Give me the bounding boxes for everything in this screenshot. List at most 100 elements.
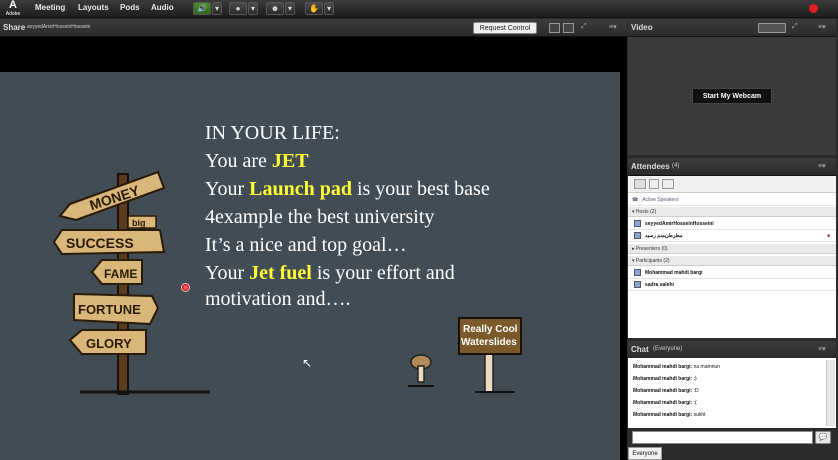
start-webcam-button[interactable]: Start My Webcam <box>692 88 772 104</box>
attendee-participant-row[interactable]: sadra salehi <box>628 280 836 291</box>
fit-width-icon[interactable] <box>549 23 560 33</box>
participant-avatar-icon <box>634 281 641 289</box>
menu-layouts[interactable]: Layouts <box>78 3 109 12</box>
microphone-icon: ● <box>235 4 241 13</box>
chat-message: Mohammad mahdi bargi: sukht <box>633 412 706 418</box>
chat-message: Mohammad mahdi bargi: :( <box>633 400 697 406</box>
mushroom-illustration <box>408 354 434 387</box>
presenter-pointer-icon <box>181 283 190 292</box>
menu-audio[interactable]: Audio <box>151 3 174 12</box>
pod-menu-icon[interactable]: ≡▾ <box>609 23 617 31</box>
hosts-section[interactable]: ▾ Hosts (2) <box>628 207 836 217</box>
sign-big: big <box>127 215 157 229</box>
status-view-icon[interactable] <box>662 179 674 189</box>
sign-fortune: FORTUNE <box>73 292 160 326</box>
svg-text:SUCCESS: SUCCESS <box>66 235 134 251</box>
presentation-slide: MONEY big SUCCESS FAME FORTUNE GLORY IN … <box>0 72 620 460</box>
mouse-pointer-icon: ↖ <box>302 356 313 370</box>
slide-line-3: 4example the best university <box>205 206 435 228</box>
chat-message: Mohammad mahdi bargi: na mamnun <box>633 364 720 370</box>
participant-avatar-icon <box>634 269 641 277</box>
request-control-button[interactable]: Request Control <box>473 22 537 34</box>
pod-menu-icon[interactable]: ≡▾ <box>818 23 826 31</box>
waterslide-sign-illustration: Really Cool Waterslides <box>458 317 522 393</box>
speech-bubble-icon: 💬 <box>818 434 828 441</box>
recording-status-icon[interactable] <box>809 4 818 13</box>
chat-scope: (Everyone) <box>653 346 683 352</box>
send-message-button[interactable]: 💬 <box>815 431 831 444</box>
video-pod-title: Video <box>631 23 653 32</box>
microphone-button[interactable]: ● <box>229 2 247 15</box>
chat-message: Mohammad mahdi bargi: :D <box>633 388 699 394</box>
slide-line-1: You are JET <box>205 150 309 172</box>
menu-pods[interactable]: Pods <box>120 3 140 12</box>
raise-hand-button[interactable]: ✋ <box>305 2 323 15</box>
presenter-name: - seyyedAmirHosseinHosseini <box>24 24 91 30</box>
attendees-pod-title: Attendees <box>631 162 670 171</box>
chat-scrollbar[interactable] <box>826 360 835 426</box>
microphone-dropdown-button[interactable]: ▾ <box>248 2 258 15</box>
svg-text:big: big <box>132 218 146 228</box>
attendee-participant-row[interactable]: Mohammad mahdi bargi <box>628 268 836 279</box>
webcam-button[interactable]: ☻ <box>266 2 284 15</box>
svg-text:Waterslides: Waterslides <box>461 337 517 348</box>
svg-text:Really Cool: Really Cool <box>463 324 518 335</box>
person-icon: ☻ <box>270 4 280 13</box>
speaker-volume-button[interactable]: 🔊 <box>193 2 211 15</box>
chevron-down-icon: ▾ <box>287 4 292 13</box>
svg-text:FAME: FAME <box>104 267 137 281</box>
chat-recipient-tab[interactable]: Everyone <box>628 447 662 460</box>
share-pod-title: Share <box>3 23 26 32</box>
speaker-icon: ☎ <box>632 197 639 203</box>
pod-menu-icon[interactable]: ≡▾ <box>818 162 826 170</box>
list-view-icon[interactable] <box>634 179 646 189</box>
slide-line-4: It’s a nice and top goal… <box>205 234 407 256</box>
pod-menu-icon[interactable]: ≡▾ <box>818 345 826 353</box>
full-screen-view-icon[interactable] <box>563 23 574 33</box>
microphone-icon: ■ <box>826 233 830 239</box>
participants-section[interactable]: ▾ Participants (2) <box>628 256 836 266</box>
host-avatar-icon <box>634 220 641 228</box>
expand-icon[interactable]: ⤢ <box>792 23 798 31</box>
attendees-count: (4) <box>672 163 680 169</box>
chevron-down-icon: ▾ <box>214 4 219 13</box>
attendees-pod-header: Attendees (4) ≡▾ <box>628 158 836 176</box>
presenters-section[interactable]: ▸ Presenters (0) <box>628 244 836 254</box>
speaker-dropdown-button[interactable]: ▾ <box>212 2 222 15</box>
video-layout-icon[interactable] <box>758 23 786 33</box>
video-pod-header: Video ⤢ ≡▾ <box>628 19 836 37</box>
status-dropdown-button[interactable]: ▾ <box>324 2 334 15</box>
chevron-down-icon: ▾ <box>326 4 331 13</box>
chat-pod-title: Chat <box>631 345 649 354</box>
active-speakers-row: ☎ Active Speakers <box>628 195 836 206</box>
slide-line-5: Your Jet fuel is your effort and <box>205 262 455 284</box>
hand-icon: ✋ <box>309 4 319 13</box>
attendee-host-row[interactable]: seyyedAmirHosseinHosseini <box>628 219 836 230</box>
share-scroll-edge <box>620 72 627 460</box>
svg-text:FORTUNE: FORTUNE <box>78 302 141 317</box>
grid-view-icon[interactable] <box>649 179 659 189</box>
sign-success: SUCCESS <box>52 229 166 256</box>
share-pod-header: Share - seyyedAmirHosseinHosseini Reques… <box>0 19 627 37</box>
chevron-down-icon: ▾ <box>250 4 255 13</box>
chat-pod-header: Chat (Everyone) ≡▾ <box>628 341 836 359</box>
chat-input[interactable] <box>632 431 813 444</box>
menu-meeting[interactable]: Meeting <box>35 3 65 12</box>
slide-heading: IN YOUR LIFE: <box>205 122 340 144</box>
sign-money-text: MONEY <box>88 182 142 213</box>
sign-money: MONEY <box>58 170 166 222</box>
svg-text:GLORY: GLORY <box>86 336 132 351</box>
attendee-host-row[interactable]: مطرطريمنم رسيد ■ <box>628 231 836 242</box>
webcam-dropdown-button[interactable]: ▾ <box>285 2 295 15</box>
attendees-toolbar <box>628 176 836 193</box>
sign-glory: GLORY <box>68 329 147 355</box>
speaker-icon: 🔊 <box>197 4 207 13</box>
slide-line-6: motivation and…. <box>205 288 351 310</box>
top-menubar: A Adobe Meeting Layouts Pods Audio 🔊 ▾ ●… <box>0 0 838 18</box>
slide-line-2: Your Launch pad is your best base <box>205 178 490 200</box>
host-avatar-icon <box>634 232 641 240</box>
chat-message: Mohammad mahdi bargi: :) <box>633 376 697 382</box>
expand-icon[interactable]: ⤢ <box>581 23 587 31</box>
adobe-logo: A Adobe <box>5 0 21 17</box>
sign-fame: FAME <box>90 259 143 285</box>
